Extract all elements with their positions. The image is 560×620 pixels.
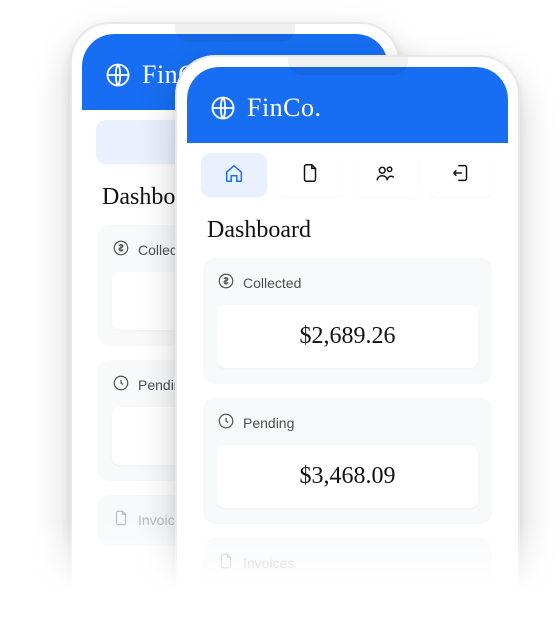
- dollar-circle-icon: [217, 272, 235, 293]
- logout-icon: [450, 162, 472, 189]
- phone-mockup-front: FinCo.: [175, 55, 520, 620]
- home-icon: [223, 162, 245, 189]
- page-title: Dashboard: [207, 217, 488, 244]
- card-label: Invoices: [243, 555, 294, 571]
- card-collected: Collected $2,689.26: [203, 258, 492, 384]
- card-invoices: Invoices: [203, 538, 492, 589]
- collected-value: $2,689.26: [217, 305, 478, 368]
- globe-icon: [104, 61, 132, 89]
- card-label: Collected: [243, 275, 301, 291]
- dollar-circle-icon: [112, 239, 130, 260]
- globe-icon: [209, 94, 237, 122]
- content-area: Dashboard Collected $2,689.26 Pending: [187, 203, 508, 620]
- users-icon: [374, 162, 396, 189]
- document-icon: [217, 552, 235, 573]
- clock-icon: [112, 374, 130, 395]
- document-icon: [112, 509, 130, 530]
- app-header: FinCo.: [187, 67, 508, 143]
- top-nav: [187, 143, 508, 203]
- phone-notch: [175, 24, 295, 42]
- pending-value: $3,468.09: [217, 445, 478, 508]
- nav-home[interactable]: [201, 153, 267, 197]
- clock-icon: [217, 412, 235, 433]
- nav-logout[interactable]: [428, 153, 494, 197]
- brand-name: FinCo.: [247, 93, 322, 123]
- nav-users[interactable]: [353, 153, 419, 197]
- card-pending: Pending $3,468.09: [203, 398, 492, 524]
- phone-notch: [288, 57, 408, 75]
- card-label: Pending: [243, 415, 294, 431]
- nav-documents[interactable]: [277, 153, 343, 197]
- document-icon: [299, 162, 321, 189]
